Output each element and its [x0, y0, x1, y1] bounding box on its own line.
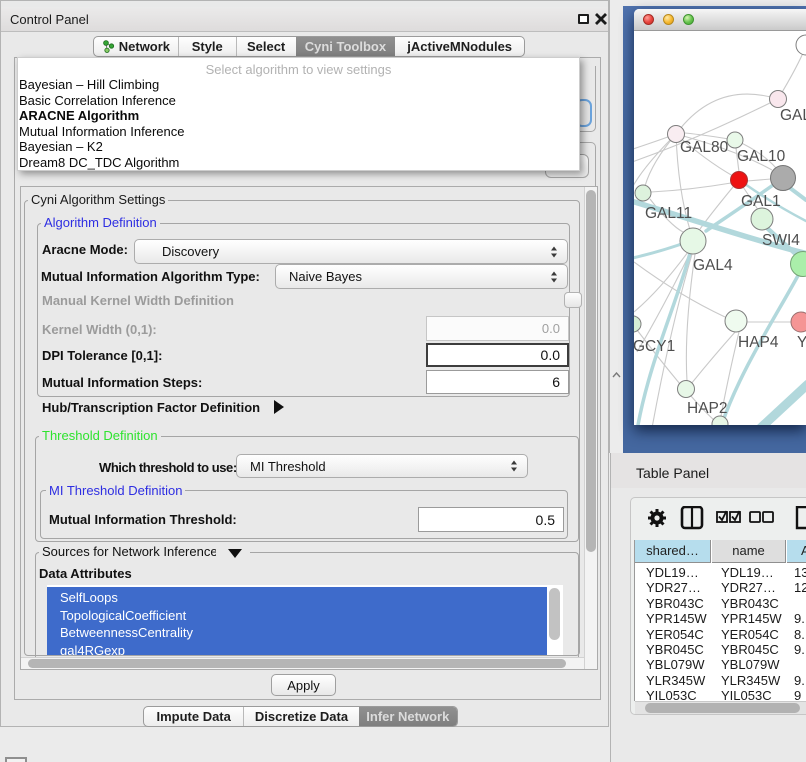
- svg-text:SWI4: SWI4: [762, 232, 800, 249]
- svg-text:GAL11: GAL11: [645, 205, 692, 222]
- svg-text:GAL4: GAL4: [693, 257, 733, 274]
- svg-text:GAL7: GAL7: [780, 107, 806, 124]
- svg-text:GAL1: GAL1: [741, 193, 781, 210]
- svg-text:GAL80: GAL80: [680, 139, 729, 156]
- svg-text:GAL10: GAL10: [737, 148, 786, 165]
- svg-text:HAP2: HAP2: [687, 400, 728, 417]
- svg-text:HAP4: HAP4: [738, 334, 779, 351]
- svg-text:Y: Y: [797, 334, 806, 351]
- svg-text:GCY1: GCY1: [634, 338, 675, 355]
